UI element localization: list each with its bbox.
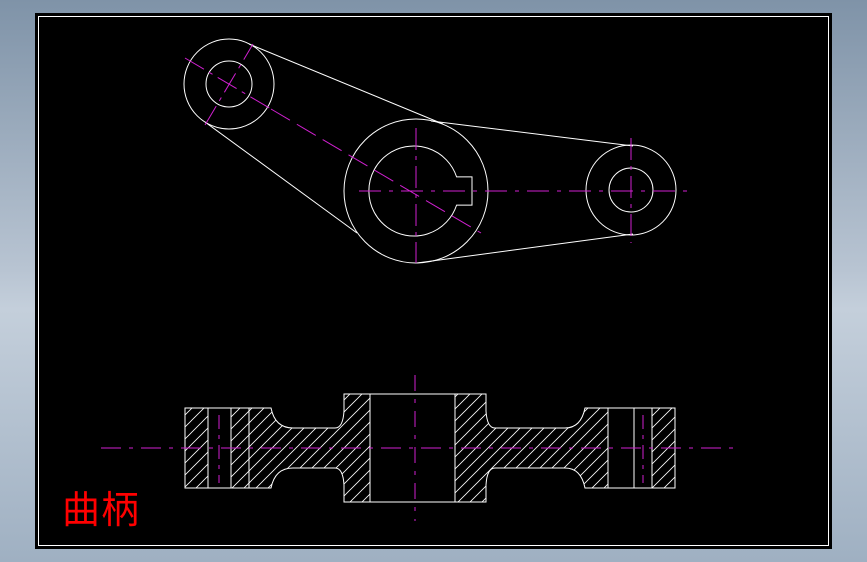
- section-view-centerlines: [101, 375, 740, 521]
- drawing-frame: [38, 16, 829, 546]
- left-arm-lower-edge: [204, 121, 358, 234]
- cad-viewport[interactable]: 曲柄: [35, 13, 832, 549]
- top-view-centerlines: [184, 43, 695, 263]
- crank-drawing: [38, 16, 829, 546]
- top-view: [183, 38, 677, 264]
- drawing-title: 曲柄: [62, 488, 141, 532]
- right-arm-lower-edge: [416, 233, 634, 264]
- right-arm-upper-edge: [430, 120, 634, 147]
- left-arm-upper-edge: [248, 43, 444, 125]
